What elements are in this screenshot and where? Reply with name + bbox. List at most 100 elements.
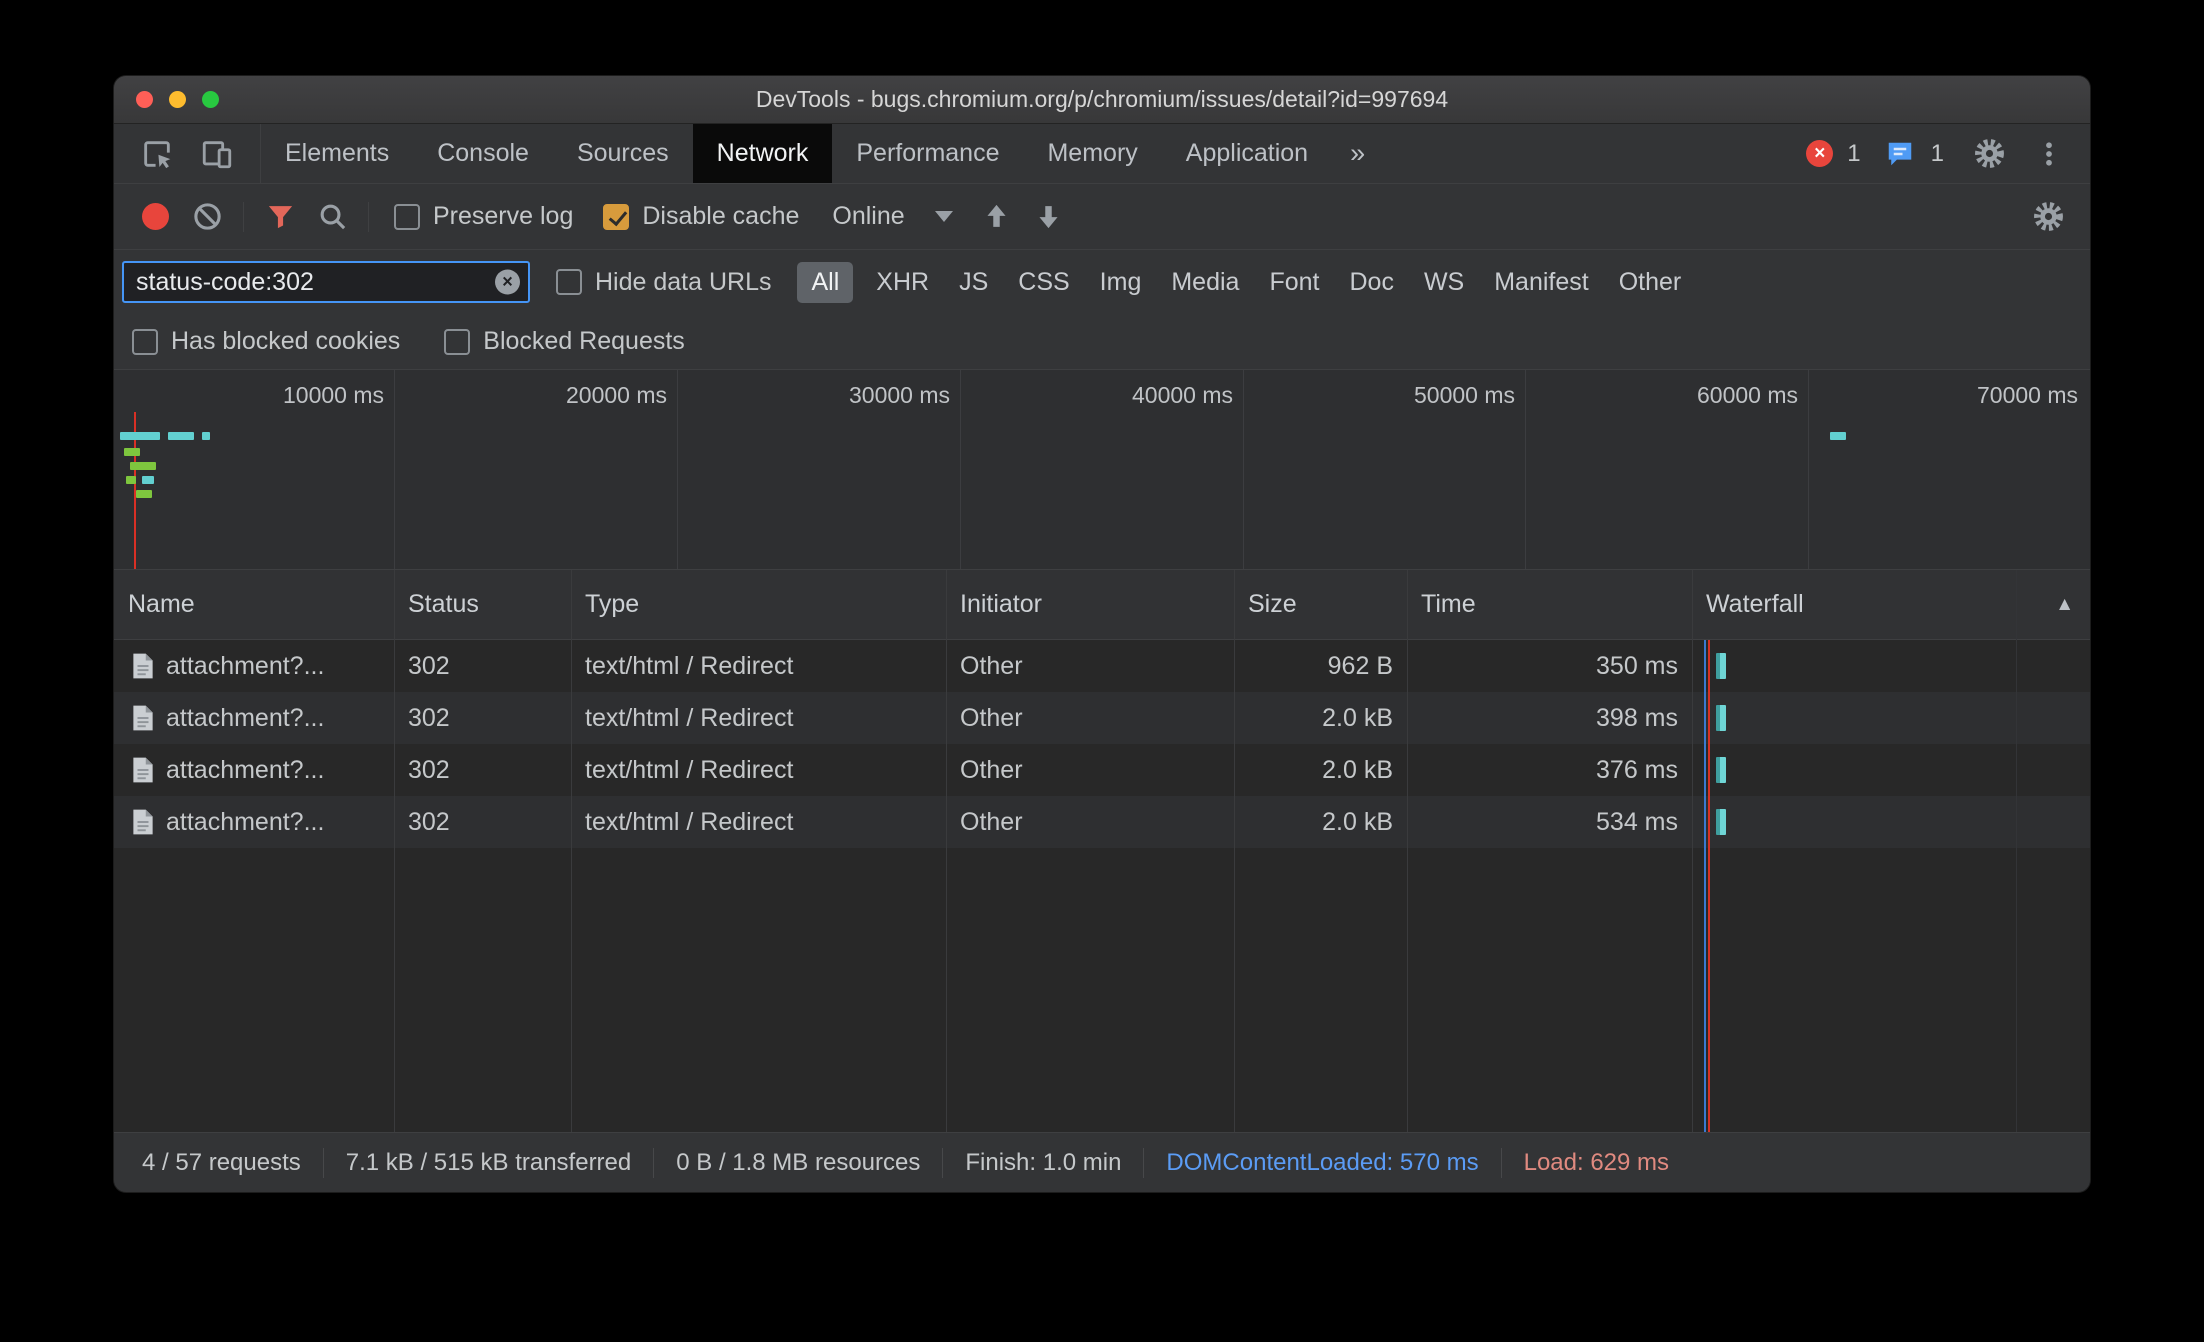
titlebar: DevTools - bugs.chromium.org/p/chromium/… — [114, 76, 2090, 124]
grid-rows: attachment?... 302 text/html / Redirect … — [114, 640, 2090, 848]
requests-summary: 4 / 57 requests — [142, 1148, 301, 1176]
overview-request-bar — [130, 462, 156, 470]
grid-header: Name Status Type Initiator Size Time Wat… — [114, 570, 2090, 640]
type-filter-js[interactable]: JS — [945, 262, 1002, 303]
hide-data-urls-checkbox[interactable]: Hide data URLs — [556, 268, 771, 297]
network-settings-gear-icon[interactable] — [2026, 195, 2070, 239]
checkbox-unchecked-icon — [132, 328, 158, 355]
column-divider — [571, 570, 572, 1132]
name-cell: attachment?... — [114, 692, 394, 744]
status-cell: 302 — [408, 807, 450, 836]
clear-filter-icon[interactable]: × — [495, 269, 520, 295]
type-filter-all[interactable]: All — [797, 261, 854, 303]
clear-requests-icon[interactable] — [185, 195, 229, 239]
minimize-window-button[interactable] — [169, 91, 186, 108]
tab-performance[interactable]: Performance — [832, 124, 1023, 183]
filter-funnel-icon[interactable] — [258, 195, 302, 239]
toolbar-separator — [368, 201, 369, 232]
overview-tick-label: 70000 ms — [1976, 382, 2078, 408]
network-toolbar: Preserve log Disable cache Online — [114, 184, 2090, 250]
type-cell: text/html / Redirect — [585, 755, 794, 784]
throttling-dropdown[interactable]: Online — [832, 202, 953, 231]
more-tabs-chevron[interactable]: » — [1332, 124, 1383, 183]
network-filter-input[interactable] — [122, 261, 530, 303]
document-icon — [133, 757, 153, 783]
tab-network[interactable]: Network — [692, 124, 833, 183]
dcl-marker-line — [1704, 640, 1706, 1132]
type-filter-manifest[interactable]: Manifest — [1480, 262, 1602, 303]
preserve-log-checkbox[interactable]: Preserve log — [394, 202, 573, 231]
type-filter-media[interactable]: Media — [1157, 262, 1253, 303]
load-marker-line — [1708, 640, 1710, 1132]
tab-elements[interactable]: Elements — [261, 124, 413, 183]
column-header-size[interactable]: Size — [1234, 570, 1407, 639]
status-cell: 302 — [408, 755, 450, 784]
status-cell: 302 — [408, 703, 450, 732]
waterfall-bar — [1716, 705, 1726, 731]
window-title: DevTools - bugs.chromium.org/p/chromium/… — [755, 86, 1449, 112]
name-cell: attachment?... — [114, 796, 394, 848]
document-icon — [133, 809, 153, 835]
column-header-type[interactable]: Type — [571, 570, 946, 639]
type-filter-img[interactable]: Img — [1086, 262, 1156, 303]
overview-request-bar — [168, 432, 194, 440]
record-button[interactable] — [142, 203, 169, 230]
tab-sources[interactable]: Sources — [553, 124, 693, 183]
column-divider — [1407, 570, 1408, 1132]
error-count: 1 — [1847, 139, 1861, 167]
blocked-requests-checkbox[interactable]: Blocked Requests — [444, 327, 685, 356]
overview-tick-label: 10000 ms — [282, 382, 384, 408]
overview-request-bar — [126, 476, 136, 484]
import-har-icon[interactable] — [975, 195, 1019, 239]
column-header-initiator[interactable]: Initiator — [946, 570, 1234, 639]
checkbox-unchecked-icon — [444, 328, 471, 355]
kebab-menu-icon[interactable] — [2026, 131, 2072, 177]
size-cell: 2.0 kB — [1322, 703, 1393, 732]
table-row[interactable]: attachment?... 302 text/html / Redirect … — [114, 640, 2090, 692]
overview-gridline — [960, 370, 961, 569]
name-cell: attachment?... — [114, 640, 394, 692]
network-overview[interactable]: 10000 ms 20000 ms 30000 ms 40000 ms 5000… — [114, 370, 2090, 570]
search-icon[interactable] — [310, 195, 354, 239]
status-cell: 302 — [408, 651, 450, 680]
tab-console[interactable]: Console — [413, 124, 553, 183]
type-filter-xhr[interactable]: XHR — [862, 262, 943, 303]
type-filter-font[interactable]: Font — [1255, 262, 1333, 303]
waterfall-range-divider — [2016, 570, 2017, 1132]
issues-icon[interactable] — [1883, 137, 1917, 171]
devtools-window: DevTools - bugs.chromium.org/p/chromium/… — [114, 76, 2090, 1192]
device-toolbar-icon[interactable] — [194, 131, 240, 177]
settings-gear-icon[interactable] — [1966, 131, 2012, 177]
initiator-cell: Other — [960, 703, 1023, 732]
table-row[interactable]: attachment?... 302 text/html / Redirect … — [114, 744, 2090, 796]
request-name: attachment?... — [166, 703, 325, 732]
column-header-waterfall[interactable]: Waterfall ▲ — [1692, 570, 2090, 639]
type-filter-css[interactable]: CSS — [1004, 262, 1083, 303]
type-filter-other[interactable]: Other — [1605, 262, 1696, 303]
checkbox-checked-icon — [603, 203, 630, 230]
column-header-status[interactable]: Status — [394, 570, 571, 639]
disable-cache-label: Disable cache — [642, 202, 800, 230]
filter-input-wrap: × — [122, 261, 530, 303]
panel-tabbar: Elements Console Sources Network Perform… — [114, 124, 2090, 184]
overview-request-bar — [120, 432, 160, 440]
table-row[interactable]: attachment?... 302 text/html / Redirect … — [114, 692, 2090, 744]
has-blocked-cookies-label: Has blocked cookies — [171, 327, 401, 355]
tab-application[interactable]: Application — [1162, 124, 1332, 183]
close-window-button[interactable] — [136, 91, 153, 108]
has-blocked-cookies-checkbox[interactable]: Has blocked cookies — [132, 327, 400, 356]
error-badge-icon[interactable]: × — [1806, 140, 1834, 167]
column-header-time[interactable]: Time — [1407, 570, 1692, 639]
disable-cache-checkbox[interactable]: Disable cache — [603, 202, 799, 231]
tab-memory[interactable]: Memory — [1023, 124, 1161, 183]
type-filter-ws[interactable]: WS — [1410, 262, 1478, 303]
column-header-name[interactable]: Name — [114, 570, 394, 639]
document-icon — [133, 705, 153, 731]
zoom-window-button[interactable] — [202, 91, 219, 108]
export-har-icon[interactable] — [1027, 195, 1071, 239]
type-filter-doc[interactable]: Doc — [1335, 262, 1407, 303]
inspect-element-icon[interactable] — [134, 131, 180, 177]
table-row[interactable]: attachment?... 302 text/html / Redirect … — [114, 796, 2090, 848]
finish-time: Finish: 1.0 min — [965, 1148, 1122, 1176]
overview-request-bar — [136, 490, 152, 498]
